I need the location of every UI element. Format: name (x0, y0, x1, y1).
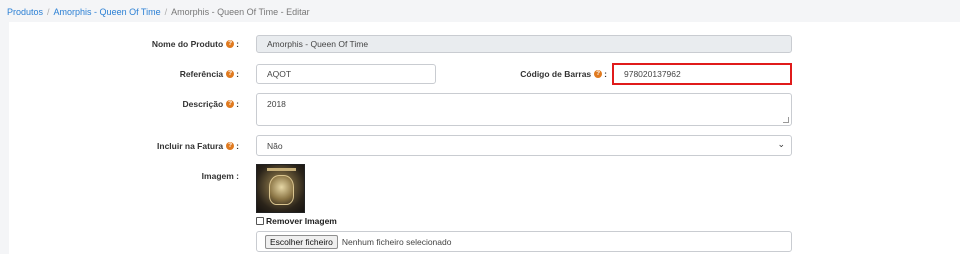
nome-produto-field: Amorphis - Queen Of Time (256, 35, 792, 53)
imagem-label: Imagem : (150, 169, 239, 183)
label-colon: : (604, 69, 607, 79)
referencia-label: Referência ? : (150, 67, 239, 81)
remover-imagem-row: Remover Imagem (256, 215, 337, 226)
help-icon[interactable]: ? (226, 70, 235, 78)
file-input[interactable]: Escolher ficheiro Nenhum ficheiro seleci… (256, 231, 792, 252)
breadcrumb: Produtos / Amorphis - Queen Of Time / Am… (7, 5, 310, 19)
breadcrumb-separator: / (164, 7, 168, 17)
incluir-fatura-value: Não (267, 140, 283, 151)
breadcrumb-current: Amorphis - Queen Of Time - Editar (171, 7, 310, 17)
label-colon: : (236, 141, 239, 151)
descricao-label-text: Descrição (182, 99, 224, 109)
codigo-barras-label-text: Código de Barras (520, 69, 592, 79)
referencia-label-text: Referência (179, 69, 224, 79)
descricao-value: 2018 (267, 99, 286, 109)
breadcrumb-link-produtos[interactable]: Produtos (7, 7, 43, 17)
cover-logo-band (267, 168, 296, 171)
incluir-fatura-label-text: Incluir na Fatura (157, 141, 224, 151)
descricao-label: Descrição ? : (150, 97, 239, 111)
codigo-barras-value: 978020137962 (624, 69, 681, 79)
label-colon: : (236, 99, 239, 109)
label-colon: : (236, 69, 239, 79)
remover-imagem-checkbox[interactable] (256, 216, 264, 225)
chevron-down-icon: ⌄ (777, 139, 785, 149)
escolher-ficheiro-button[interactable]: Escolher ficheiro (265, 234, 338, 249)
album-cover-image (256, 164, 305, 213)
referencia-input[interactable]: AQOT (256, 64, 436, 84)
label-colon: : (236, 39, 239, 49)
file-status-text: Nenhum ficheiro selecionado (341, 236, 452, 247)
codigo-barras-input[interactable]: 978020137962 (612, 63, 792, 85)
help-icon[interactable]: ? (594, 70, 603, 78)
incluir-fatura-select[interactable]: Não ⌄ (256, 135, 792, 156)
resize-handle-icon[interactable] (783, 117, 789, 123)
descricao-textarea[interactable]: 2018 (256, 93, 792, 126)
nome-produto-value: Amorphis - Queen Of Time (267, 39, 369, 49)
codigo-barras-label: Código de Barras ? : (490, 67, 607, 81)
help-icon[interactable]: ? (226, 142, 235, 150)
referencia-value: AQOT (267, 69, 292, 79)
cover-artwork (269, 175, 294, 205)
remover-imagem-label[interactable]: Remover Imagem (266, 216, 337, 226)
imagem-label-text: Imagem : (201, 171, 239, 181)
help-icon[interactable]: ? (226, 100, 235, 108)
breadcrumb-link-product[interactable]: Amorphis - Queen Of Time (54, 7, 161, 17)
incluir-fatura-label: Incluir na Fatura ? : (140, 139, 239, 153)
help-icon[interactable]: ? (226, 40, 235, 48)
nome-produto-label: Nome do Produto ? : (150, 37, 239, 51)
nome-produto-label-text: Nome do Produto (151, 39, 224, 49)
breadcrumb-separator: / (47, 7, 50, 17)
